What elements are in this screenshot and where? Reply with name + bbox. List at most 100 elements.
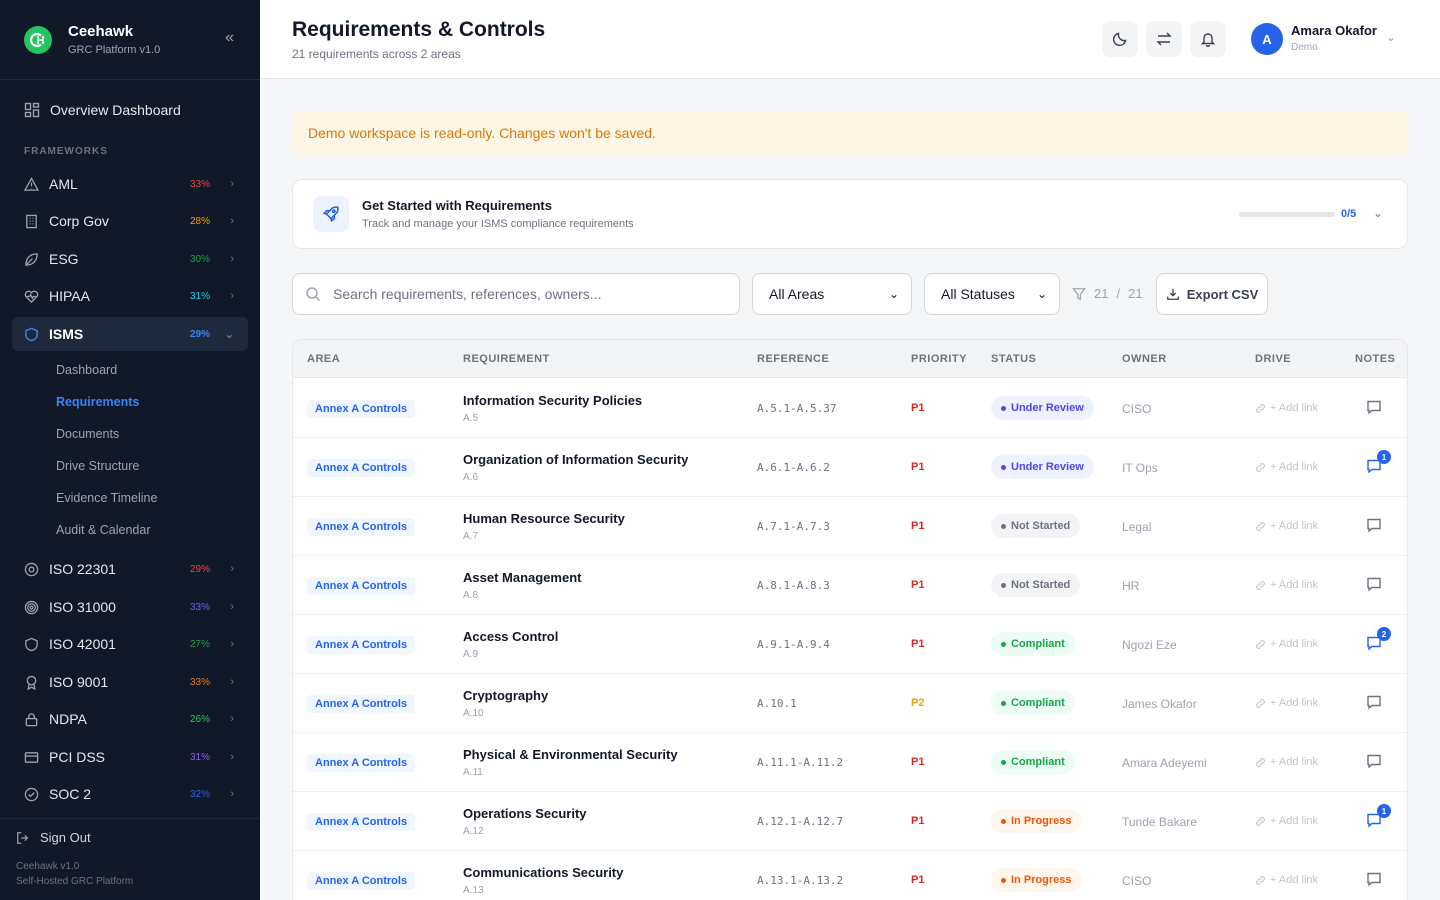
bell-icon [1200,33,1216,47]
nav-overview-dashboard[interactable]: Overview Dashboard [12,94,248,126]
column-header-requirement[interactable]: REQUIREMENT [463,353,550,365]
frameworks-section-label: FRAMEWORKS [24,146,108,157]
getting-started-card[interactable]: Get Started with Requirements Track and … [292,179,1408,249]
user-name[interactable]: Amara Okafor [1291,23,1377,38]
notes-icon[interactable] [1366,753,1382,769]
column-header-reference[interactable]: REFERENCE [757,353,829,365]
nav-framework-iso-42001[interactable]: ISO 42001 27% › [12,627,248,661]
requirement-title[interactable]: Human Resource Security [463,511,625,526]
requirement-title[interactable]: Communications Security [463,865,623,880]
collapse-sidebar-icon[interactable]: « [225,29,234,47]
add-drive-link-button[interactable]: + Add link [1255,638,1318,650]
column-header-priority[interactable]: PRIORITY [911,353,967,365]
theme-toggle-button[interactable] [1102,21,1138,57]
search-field[interactable] [292,273,740,315]
status-dot [1001,405,1006,411]
notes-icon[interactable] [1366,871,1382,887]
add-drive-link-button[interactable]: + Add link [1255,815,1318,827]
chevron-down-icon: ⌄ [1036,287,1047,301]
status-badge[interactable]: Under Review [991,455,1094,479]
subnav-drive-structure[interactable]: Drive Structure [56,459,139,473]
area-badge: Annex A Controls [307,577,416,595]
column-header-area[interactable]: AREA [307,353,340,365]
status-badge[interactable]: Not Started [991,514,1081,538]
nav-framework-ndpa[interactable]: NDPA 26% › [12,702,248,736]
area-badge: Annex A Controls [307,636,416,654]
framework-progress-pct: 30% [189,253,210,265]
nav-framework-hipaa[interactable]: HIPAA 31% › [12,279,248,313]
status-badge[interactable]: Compliant [991,691,1075,715]
status-badge[interactable]: Under Review [991,396,1094,420]
sign-out-button[interactable]: Sign Out [16,830,91,845]
status-badge[interactable]: Compliant [991,750,1075,774]
search-input[interactable] [333,286,713,302]
add-drive-link-button[interactable]: + Add link [1255,461,1318,473]
table-row[interactable]: Annex A Controls Access Control A.9 A.9.1-A… [293,615,1407,674]
table-row[interactable]: Annex A Controls Organization of Informat… [293,438,1407,497]
nav-framework-iso-9001[interactable]: ISO 9001 33% › [12,665,248,699]
table-row[interactable]: Annex A Controls Information Security Pol… [293,379,1407,438]
table-row[interactable]: Annex A Controls Communications Security A… [293,851,1407,900]
requirement-title[interactable]: Access Control [463,629,558,644]
building-icon [26,214,37,228]
status-badge[interactable]: Not Started [991,573,1081,597]
area-filter-select[interactable]: All Areas ⌄ [752,273,912,315]
notes-icon[interactable] [1366,517,1382,533]
add-drive-link-button[interactable]: + Add link [1255,579,1318,591]
nav-framework-iso-22301[interactable]: ISO 22301 29% › [12,552,248,586]
requirement-title[interactable]: Organization of Information Security [463,452,688,467]
add-link-label: + Add link [1270,461,1319,473]
owner: IT Ops [1122,461,1158,475]
notes-icon[interactable] [1366,694,1382,710]
table-row[interactable]: Annex A Controls Operations Security A.12 A… [293,792,1407,851]
owner: CISO [1122,874,1152,888]
column-header-owner[interactable]: OWNER [1122,353,1167,365]
subnav-evidence-timeline[interactable]: Evidence Timeline [56,491,157,505]
status-badge[interactable]: In Progress [991,809,1082,833]
status-badge[interactable]: Compliant [991,632,1075,656]
table-row[interactable]: Annex A Controls Human Resource Security A… [293,497,1407,556]
nav-framework-soc-2[interactable]: SOC 2 32% › [12,777,248,811]
priority-badge: P1 [911,874,925,886]
requirement-title[interactable]: Asset Management [463,570,581,585]
column-header-status[interactable]: STATUS [991,353,1036,365]
nav-framework-pci-dss[interactable]: PCI DSS 31% › [12,740,248,774]
requirement-title[interactable]: Physical & Environmental Security [463,747,678,762]
nav-framework-aml[interactable]: AML 33% › [12,167,248,201]
requirement-title[interactable]: Operations Security [463,806,587,821]
add-link-label: + Add link [1270,520,1319,532]
notes-icon[interactable] [1366,399,1382,415]
add-drive-link-button[interactable]: + Add link [1255,756,1318,768]
table-row[interactable]: Annex A Controls Cryptography A.10 A.10.1 P2… [293,674,1407,733]
table-row[interactable]: Annex A Controls Asset Management A.8 A.8.1… [293,556,1407,615]
subnav-audit-calendar[interactable]: Audit & Calendar [56,523,151,537]
status-filter-select[interactable]: All Statuses ⌄ [924,273,1060,315]
column-header-drive[interactable]: DRIVE [1255,353,1291,365]
chevron-down-icon[interactable]: ⌄ [1386,30,1396,44]
nav-framework-isms[interactable]: ISMS 29% ⌄ [12,317,248,351]
notes-icon[interactable] [1366,576,1382,592]
requirement-title[interactable]: Cryptography [463,688,548,703]
add-drive-link-button[interactable]: + Add link [1255,402,1318,414]
add-drive-link-button[interactable]: + Add link [1255,520,1318,532]
nav-framework-esg[interactable]: ESG 30% › [12,242,248,276]
subnav-documents[interactable]: Documents [56,427,119,441]
notifications-button[interactable] [1190,21,1226,57]
user-avatar[interactable]: A [1251,23,1283,55]
priority-badge: P1 [911,461,925,473]
chevron-down-icon[interactable]: ⌄ [1373,206,1383,220]
export-csv-button[interactable]: Export CSV [1156,273,1268,315]
switch-workspace-button[interactable] [1146,21,1182,57]
log-out-icon [17,831,29,844]
add-drive-link-button[interactable]: + Add link [1255,697,1318,709]
add-drive-link-button[interactable]: + Add link [1255,874,1318,886]
nav-framework-corp-gov[interactable]: Corp Gov 28% › [12,204,248,238]
subnav-dashboard[interactable]: Dashboard [56,363,117,377]
column-header-notes[interactable]: NOTES [1355,353,1395,365]
status-badge[interactable]: In Progress [991,868,1082,892]
requirement-title[interactable]: Information Security Policies [463,393,642,408]
table-row[interactable]: Annex A Controls Physical & Environmental… [293,733,1407,792]
area-badge: Annex A Controls [307,754,416,772]
nav-framework-iso-31000[interactable]: ISO 31000 33% › [12,590,248,624]
subnav-requirements[interactable]: Requirements [56,395,139,409]
